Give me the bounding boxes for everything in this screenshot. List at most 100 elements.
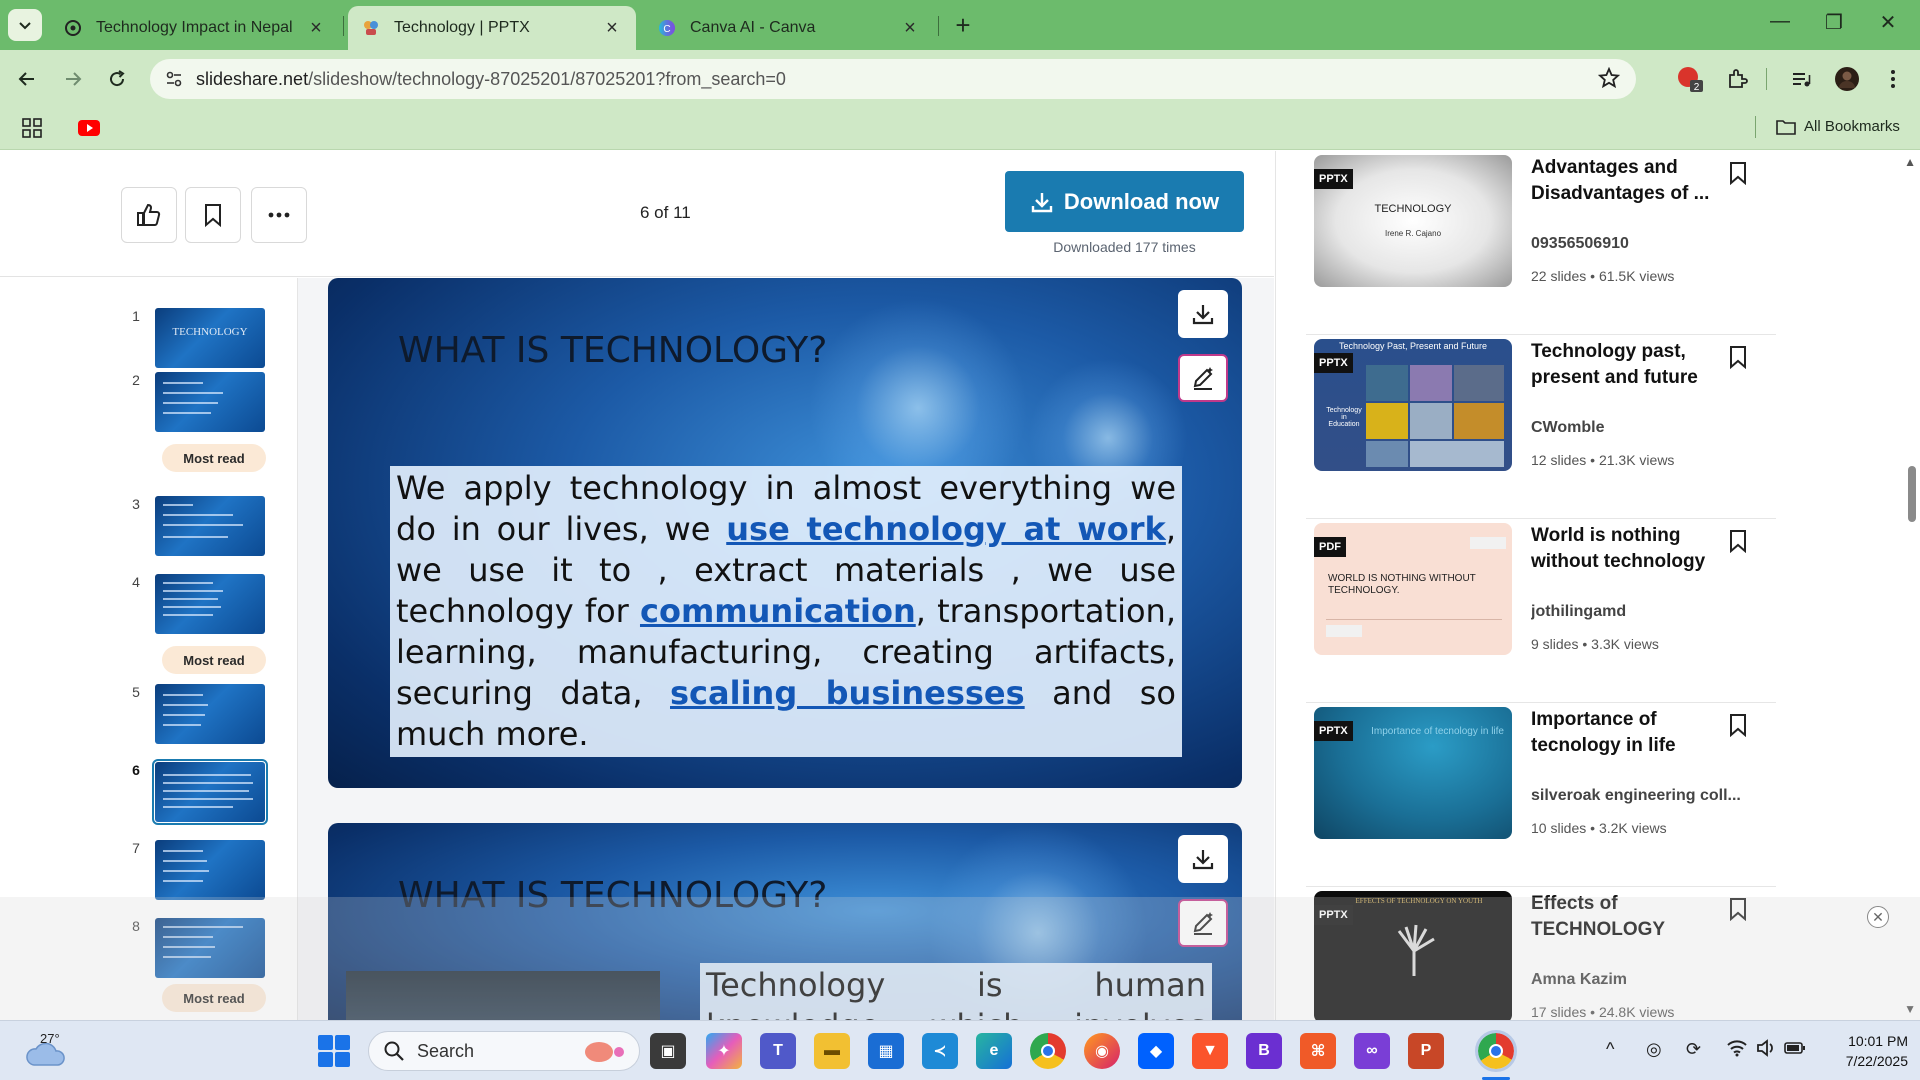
browser-menu-icon[interactable] xyxy=(1878,64,1908,94)
url-text[interactable]: slideshare.net/slideshow/technology-8702… xyxy=(196,69,786,90)
bookmark-icon[interactable] xyxy=(1724,527,1752,555)
tab-search-button[interactable] xyxy=(8,9,42,41)
slide-thumbnail-2[interactable] xyxy=(155,372,265,432)
wifi-icon[interactable] xyxy=(1726,1039,1748,1062)
more-options-button[interactable] xyxy=(251,187,307,243)
task-view-icon[interactable]: ▣ xyxy=(650,1033,686,1069)
related-card[interactable]: Importance of tecnology in life PPTX Imp… xyxy=(1306,703,1776,887)
extensions-puzzle-icon[interactable] xyxy=(1722,64,1752,94)
related-title[interactable]: Effects of TECHNOLOGY xyxy=(1531,891,1741,943)
close-icon[interactable]: × xyxy=(602,17,622,40)
scrollbar-thumb[interactable] xyxy=(1908,466,1916,522)
related-author[interactable]: jothilingamd xyxy=(1531,603,1751,621)
bootstrap-icon[interactable]: B xyxy=(1246,1033,1282,1069)
link-communication[interactable]: communication xyxy=(640,592,916,630)
related-card[interactable]: Technology Past, Present and Future Tech… xyxy=(1306,335,1776,519)
forward-button[interactable] xyxy=(56,62,90,96)
taskbar-search[interactable]: Search xyxy=(368,1031,640,1071)
start-button[interactable] xyxy=(318,1035,350,1067)
media-controls-icon[interactable] xyxy=(1786,64,1816,94)
profile-avatar[interactable] xyxy=(1832,64,1862,94)
bookmark-star-icon[interactable] xyxy=(1597,66,1621,94)
related-title[interactable]: Technology past, present and future xyxy=(1531,339,1741,391)
related-card[interactable]: TECHNOLOGY Irene R. Cajano PPTX Advantag… xyxy=(1306,151,1776,335)
copilot-tray-icon[interactable]: ◎ xyxy=(1646,1039,1662,1060)
close-window-button[interactable]: ✕ xyxy=(1868,10,1908,35)
link-use-technology-at-work[interactable]: use technology at work xyxy=(726,510,1166,548)
download-now-button[interactable]: Download now xyxy=(1005,171,1244,232)
system-clock[interactable]: 10:01 PM 7/22/2025 xyxy=(1808,1031,1908,1071)
brave-icon[interactable]: ▼ xyxy=(1192,1033,1228,1069)
slide-thumbnail-6[interactable] xyxy=(152,759,268,825)
related-author[interactable]: Amna Kazim xyxy=(1531,971,1751,989)
new-tab-button[interactable]: + xyxy=(948,10,978,41)
bookmark-icon[interactable] xyxy=(1724,895,1752,923)
related-title[interactable]: World is nothing without technology xyxy=(1531,523,1741,575)
bookmark-icon[interactable] xyxy=(1724,343,1752,371)
related-author[interactable]: silveroak engineering coll... xyxy=(1531,787,1751,805)
related-card[interactable]: EFFECTS OF TECHNOLOGY ON YOUTH PPTX Effe… xyxy=(1306,887,1776,1020)
slide-thumbnail-5[interactable] xyxy=(155,684,265,744)
related-author[interactable]: 09356506910 xyxy=(1531,235,1751,253)
show-hidden-icons[interactable]: ^ xyxy=(1606,1039,1614,1060)
slide-thumbnail-3[interactable] xyxy=(155,496,265,556)
slide-ai-edit-button[interactable] xyxy=(1178,354,1228,402)
slide-download-button[interactable] xyxy=(1178,290,1228,338)
minimize-button[interactable]: — xyxy=(1760,10,1800,33)
reload-button[interactable] xyxy=(100,62,134,96)
edge-icon[interactable]: e xyxy=(976,1033,1012,1069)
powerpoint-icon[interactable]: P xyxy=(1408,1033,1444,1069)
like-button[interactable] xyxy=(121,187,177,243)
related-thumbnail[interactable]: WORLD IS NOTHING WITHOUT TECHNOLOGY. PDF xyxy=(1314,523,1512,655)
chrome-active-icon[interactable] xyxy=(1475,1030,1517,1072)
app-icon[interactable]: ⌘ xyxy=(1300,1033,1336,1069)
weather-widget[interactable]: 27° xyxy=(24,1031,68,1071)
microsoft-store-icon[interactable]: ▦ xyxy=(868,1033,904,1069)
youtube-icon[interactable] xyxy=(78,120,100,141)
site-settings-icon[interactable] xyxy=(162,67,186,91)
tab-technology-impact[interactable]: Technology Impact in Nepal × xyxy=(50,6,340,50)
sync-icon[interactable]: ⟳ xyxy=(1686,1039,1701,1060)
scroll-down-arrow[interactable]: ▼ xyxy=(1904,1002,1916,1016)
visual-studio-icon[interactable]: ∞ xyxy=(1354,1033,1390,1069)
back-button[interactable] xyxy=(10,62,44,96)
related-thumbnail[interactable]: Technology Past, Present and Future Tech… xyxy=(1314,339,1512,471)
slide-thumbnail-7[interactable] xyxy=(155,840,265,900)
related-author[interactable]: CWomble xyxy=(1531,419,1751,437)
copilot-icon[interactable]: ✦ xyxy=(706,1033,742,1069)
slide-thumbnail-8[interactable] xyxy=(155,918,265,978)
slide-download-button[interactable] xyxy=(1178,835,1228,883)
chrome-icon[interactable] xyxy=(1030,1033,1066,1069)
close-ad-icon[interactable]: ✕ xyxy=(1867,906,1889,928)
related-card[interactable]: WORLD IS NOTHING WITHOUT TECHNOLOGY. PDF… xyxy=(1306,519,1776,703)
close-icon[interactable]: × xyxy=(900,17,920,40)
scroll-up-arrow[interactable]: ▲ xyxy=(1904,155,1916,169)
address-bar[interactable]: slideshare.net/slideshow/technology-8702… xyxy=(150,59,1636,99)
link-scaling-businesses[interactable]: scaling businesses xyxy=(670,674,1025,712)
tab-technology-pptx[interactable]: Technology | PPTX × xyxy=(348,6,636,50)
dropbox-icon[interactable]: ◆ xyxy=(1138,1033,1174,1069)
tab-canva[interactable]: C Canva AI - Canva × xyxy=(644,6,934,50)
close-icon[interactable]: × xyxy=(306,17,326,40)
firefox-icon[interactable]: ◉ xyxy=(1084,1033,1120,1069)
related-thumbnail[interactable]: Importance of tecnology in life PPTX xyxy=(1314,707,1512,839)
volume-icon[interactable] xyxy=(1756,1039,1776,1062)
related-title[interactable]: Importance of tecnology in life xyxy=(1531,707,1741,759)
restore-button[interactable]: ❐ xyxy=(1814,10,1854,35)
vscode-icon[interactable]: ≺ xyxy=(922,1033,958,1069)
save-button[interactable] xyxy=(185,187,241,243)
battery-icon[interactable] xyxy=(1784,1039,1806,1060)
file-explorer-icon[interactable]: ▬ xyxy=(814,1033,850,1069)
extension-adblock-icon[interactable]: 2 xyxy=(1675,64,1705,94)
slide-thumbnail-4[interactable] xyxy=(155,574,265,634)
related-title[interactable]: Advantages and Disadvantages of ... xyxy=(1531,155,1741,207)
slide-thumbnail-1[interactable]: TECHNOLOGY xyxy=(155,308,265,368)
bookmark-icon[interactable] xyxy=(1724,711,1752,739)
related-thumbnail[interactable]: EFFECTS OF TECHNOLOGY ON YOUTH PPTX xyxy=(1314,891,1512,1020)
slide-ai-edit-button[interactable] xyxy=(1178,899,1228,947)
bookmark-icon[interactable] xyxy=(1724,159,1752,187)
all-bookmarks-button[interactable]: All Bookmarks xyxy=(1776,118,1900,135)
related-thumbnail[interactable]: TECHNOLOGY Irene R. Cajano PPTX xyxy=(1314,155,1512,287)
apps-grid-icon[interactable] xyxy=(22,118,42,143)
teams-icon[interactable]: T xyxy=(760,1033,796,1069)
